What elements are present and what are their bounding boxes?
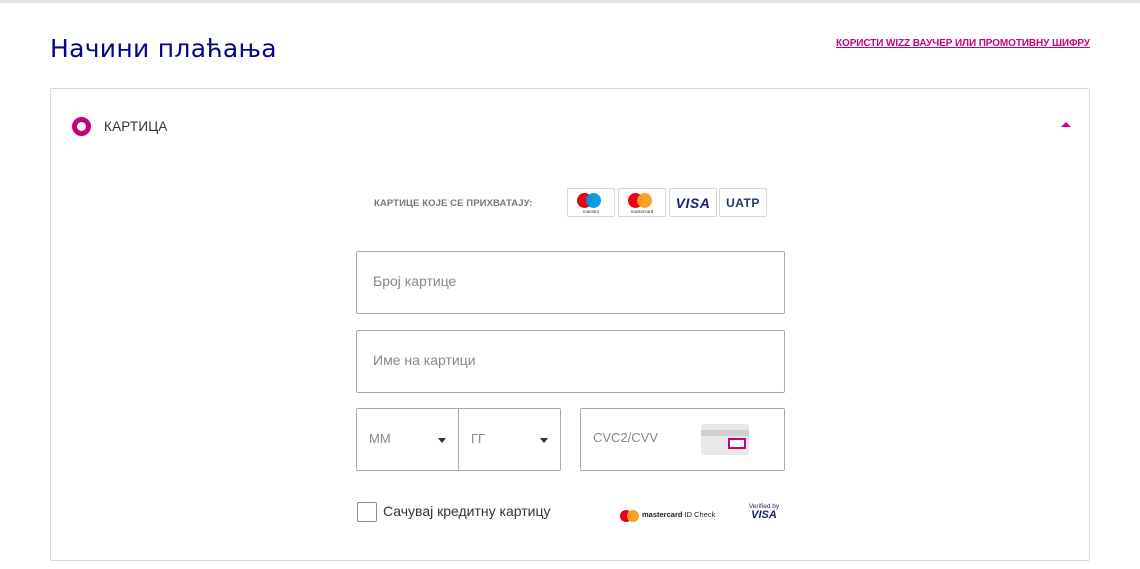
accepted-cards-label: КАРТИЦЕ КОЈЕ СЕ ПРИХВАТАЈУ: xyxy=(374,198,533,209)
mastercard-orange-circle xyxy=(637,193,652,208)
card-radio-button[interactable] xyxy=(72,117,91,136)
mastercard-logo: mastercard xyxy=(618,188,666,217)
cvc-card-icon xyxy=(701,424,749,455)
verified-by-visa-logo: Verified by VISA xyxy=(747,503,781,521)
cvc-card-stripe xyxy=(701,430,749,436)
year-placeholder: ГГ xyxy=(471,431,486,446)
mastercard-id-check-icon xyxy=(620,510,640,522)
mastercard-caption: mastercard xyxy=(630,209,654,214)
expiry-month-select[interactable]: ММ xyxy=(357,409,459,470)
mc-id-orange-dot xyxy=(627,510,639,522)
voucher-promo-link[interactable]: КОРИСТИ WIZZ ВАУЧЕР ИЛИ ПРОМОТИВНУ ШИФРУ xyxy=(836,38,1090,49)
cvc-code-box xyxy=(728,438,746,449)
collapse-arrow-icon[interactable] xyxy=(1061,122,1071,127)
mastercard-id-check-text: mastercard ID Check xyxy=(642,510,715,519)
expiry-date-group: ММ ГГ xyxy=(356,408,561,471)
card-name-placeholder: Име на картици xyxy=(373,352,476,368)
maestro-caption: maestro xyxy=(582,209,600,214)
page-title: Начини плаћања xyxy=(50,34,277,63)
card-number-input[interactable]: Број картице xyxy=(356,251,785,314)
visa-logo-text: VISA xyxy=(675,195,711,211)
top-divider xyxy=(0,0,1140,3)
visa-logo: VISA xyxy=(669,188,717,217)
card-number-placeholder: Број картице xyxy=(373,273,457,289)
vbv-visa-text: VISA xyxy=(751,509,777,521)
save-card-checkbox[interactable] xyxy=(357,502,377,522)
payment-method-label[interactable]: КАРТИЦА xyxy=(104,119,168,134)
maestro-logo: maestro xyxy=(567,188,615,217)
card-name-input[interactable]: Име на картици xyxy=(356,330,785,393)
expiry-year-select[interactable]: ГГ xyxy=(459,409,560,470)
cvc-input[interactable]: CVC2/CVV xyxy=(580,408,785,471)
uatp-logo-text: UATP xyxy=(726,196,760,210)
uatp-logo: UATP xyxy=(719,188,767,217)
chevron-down-icon xyxy=(540,438,548,443)
mastercard-brand-text: mastercard xyxy=(642,510,683,519)
id-check-text: ID Check xyxy=(682,510,716,519)
cvc-placeholder: CVC2/CVV xyxy=(593,430,659,445)
month-placeholder: ММ xyxy=(369,431,391,446)
save-card-label[interactable]: Сачувај кредитну картицу xyxy=(383,503,550,519)
maestro-blue-circle xyxy=(586,193,601,208)
chevron-down-icon xyxy=(438,438,446,443)
payment-method-panel: КАРТИЦА КАРТИЦЕ КОЈЕ СЕ ПРИХВАТАЈУ: maes… xyxy=(50,88,1090,561)
